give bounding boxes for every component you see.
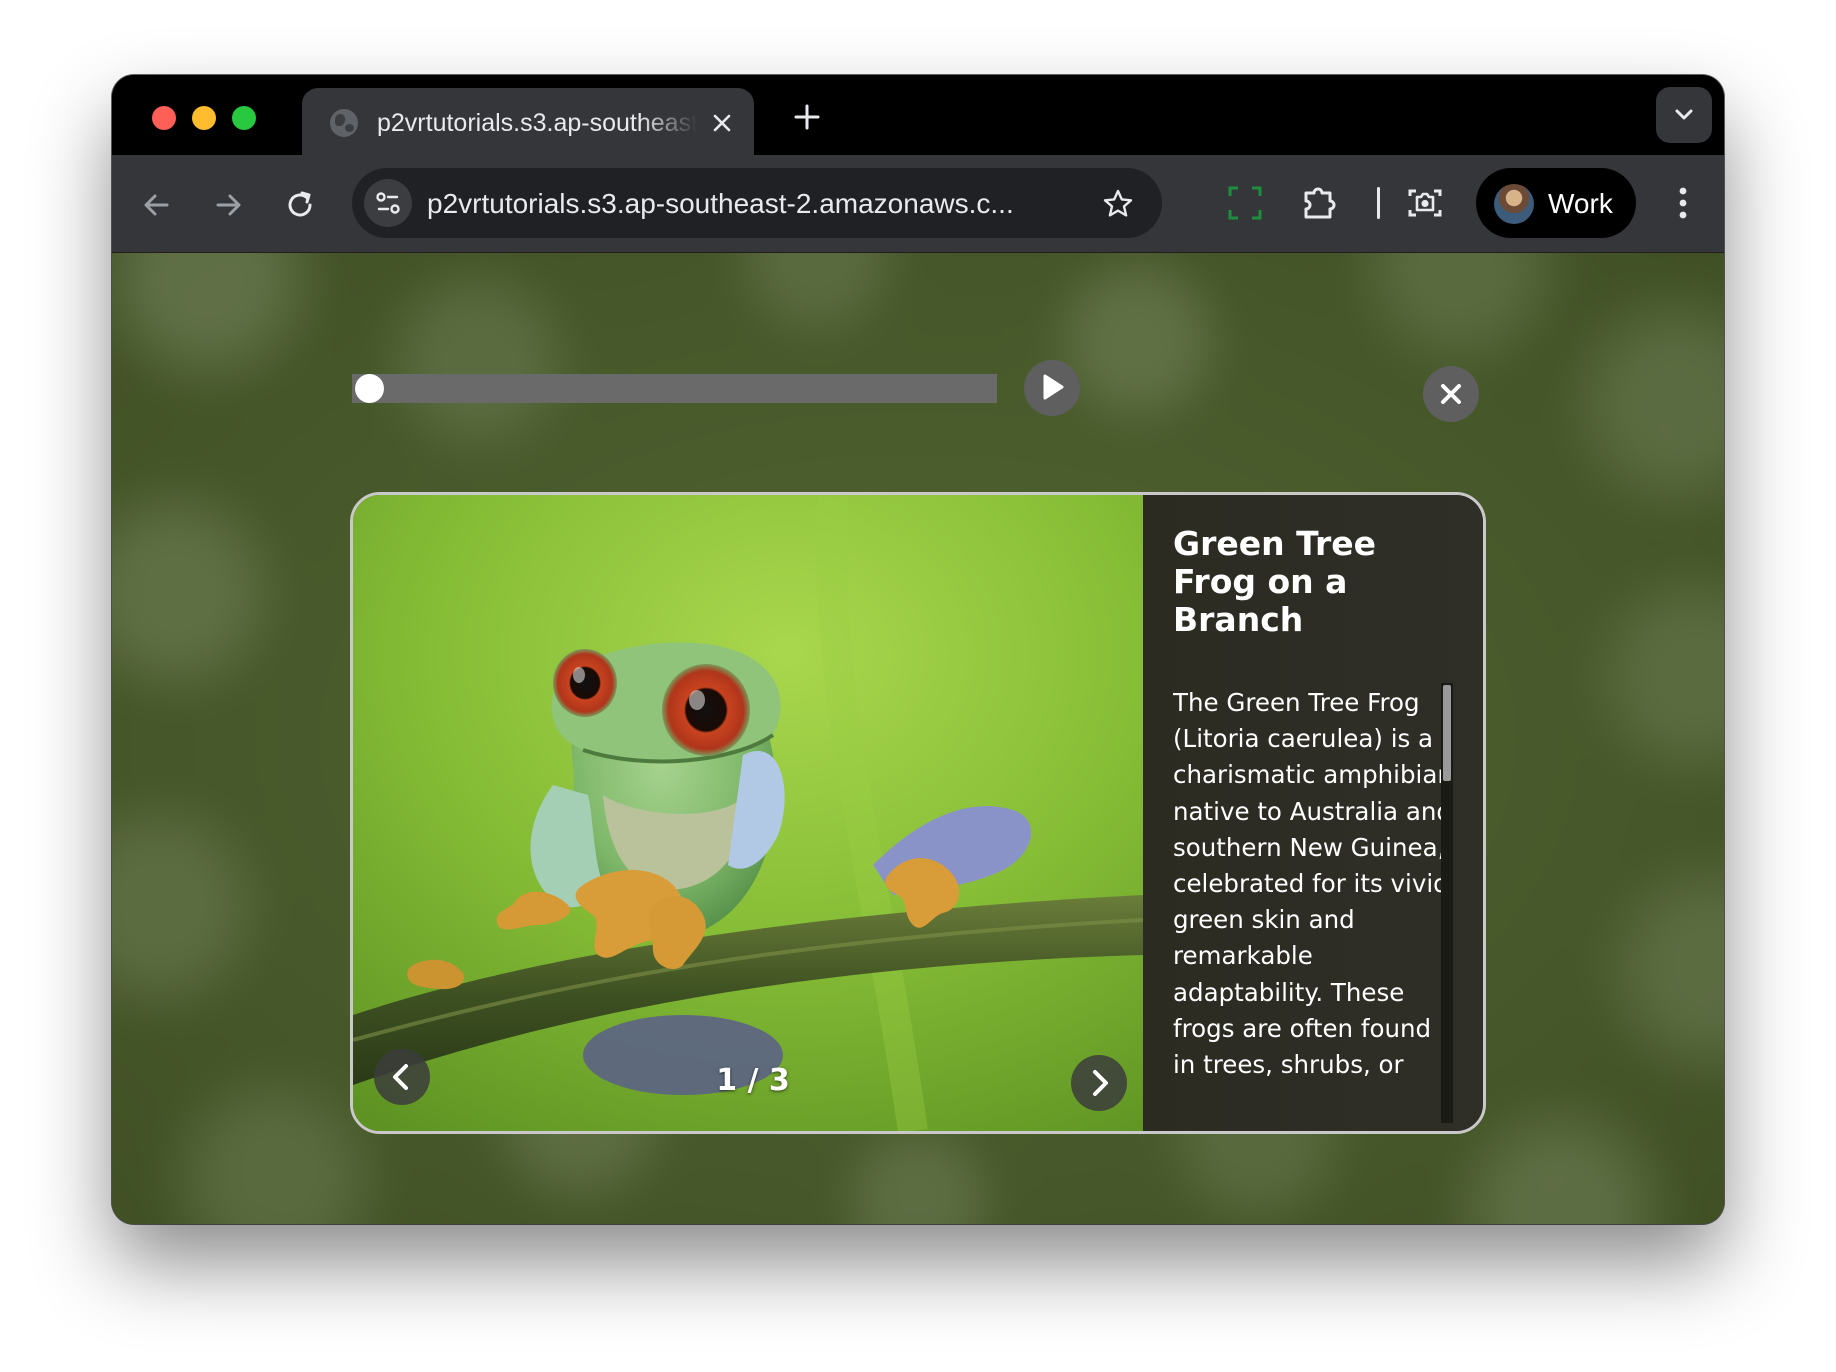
close-icon [1441, 384, 1461, 404]
active-tab[interactable]: p2vrtutorials.s3.ap-southeast-2.amazonaw… [302, 88, 754, 155]
slide-title: Green Tree Frog on a Branch [1173, 524, 1377, 639]
previous-slide-button[interactable] [374, 1049, 430, 1105]
chevron-right-icon [1093, 1070, 1108, 1096]
chevron-down-icon [1675, 109, 1693, 120]
zoom-window-button[interactable] [232, 106, 256, 130]
chevron-left-icon [393, 1064, 408, 1090]
avatar [1494, 184, 1534, 224]
slide-counter: 1 / 3 [716, 1063, 790, 1098]
arrow-left-icon[interactable] [137, 185, 177, 225]
globe-icon [330, 109, 358, 137]
plus-icon[interactable] [790, 100, 824, 134]
camera-icon[interactable] [1404, 182, 1446, 224]
url-text: p2vrtutorials.s3.ap-southeast-2.amazonaw… [427, 188, 1014, 219]
screen-capture-icon[interactable] [1224, 182, 1266, 224]
slideshow-progress-track[interactable] [352, 374, 997, 403]
frog-photo [353, 495, 1143, 1131]
slideshow-progress-knob[interactable] [355, 374, 384, 403]
tune-icon [376, 192, 400, 214]
close-window-button[interactable] [152, 106, 176, 130]
page-content: 1 / 3 Green Tree Frog on a Branch The Gr… [112, 253, 1724, 1224]
arrow-right-icon[interactable] [208, 185, 248, 225]
slide-description: The Green Tree Frog (Litoria caerulea) i… [1173, 688, 1453, 1080]
tab-strip: p2vrtutorials.s3.ap-southeast-2.amazonaw… [112, 75, 1724, 155]
lightbox-viewer: 1 / 3 Green Tree Frog on a Branch The Gr… [350, 492, 1486, 1134]
info-panel: Green Tree Frog on a Branch The Green Tr… [1143, 495, 1483, 1131]
site-info-button[interactable] [364, 179, 412, 227]
browser-toolbar: p2vrtutorials.s3.ap-southeast-2.amazonaw… [112, 155, 1724, 253]
toolbar-divider [1377, 187, 1380, 219]
description-scrollbar-thumb[interactable] [1443, 685, 1451, 781]
browser-window: p2vrtutorials.s3.ap-southeast-2.amazonaw… [112, 75, 1724, 1224]
close-icon[interactable] [707, 108, 737, 138]
address-bar[interactable]: p2vrtutorials.s3.ap-southeast-2.amazonaw… [352, 168, 1162, 238]
reload-icon[interactable] [280, 185, 320, 225]
star-icon[interactable] [1100, 186, 1136, 222]
close-viewer-button[interactable] [1423, 366, 1479, 422]
puzzle-icon[interactable] [1298, 182, 1340, 224]
profile-button[interactable]: Work [1476, 168, 1636, 238]
minimize-window-button[interactable] [192, 106, 216, 130]
tab-title: p2vrtutorials.s3.ap-southeast-2.amazonaw… [377, 109, 697, 137]
play-icon [1043, 374, 1064, 400]
frog-illustration [353, 495, 1143, 1131]
tab-search-button[interactable] [1656, 87, 1712, 143]
profile-label: Work [1548, 188, 1613, 219]
next-slide-button[interactable] [1071, 1055, 1127, 1111]
kebab-icon[interactable] [1663, 182, 1703, 224]
play-button[interactable] [1024, 360, 1080, 416]
